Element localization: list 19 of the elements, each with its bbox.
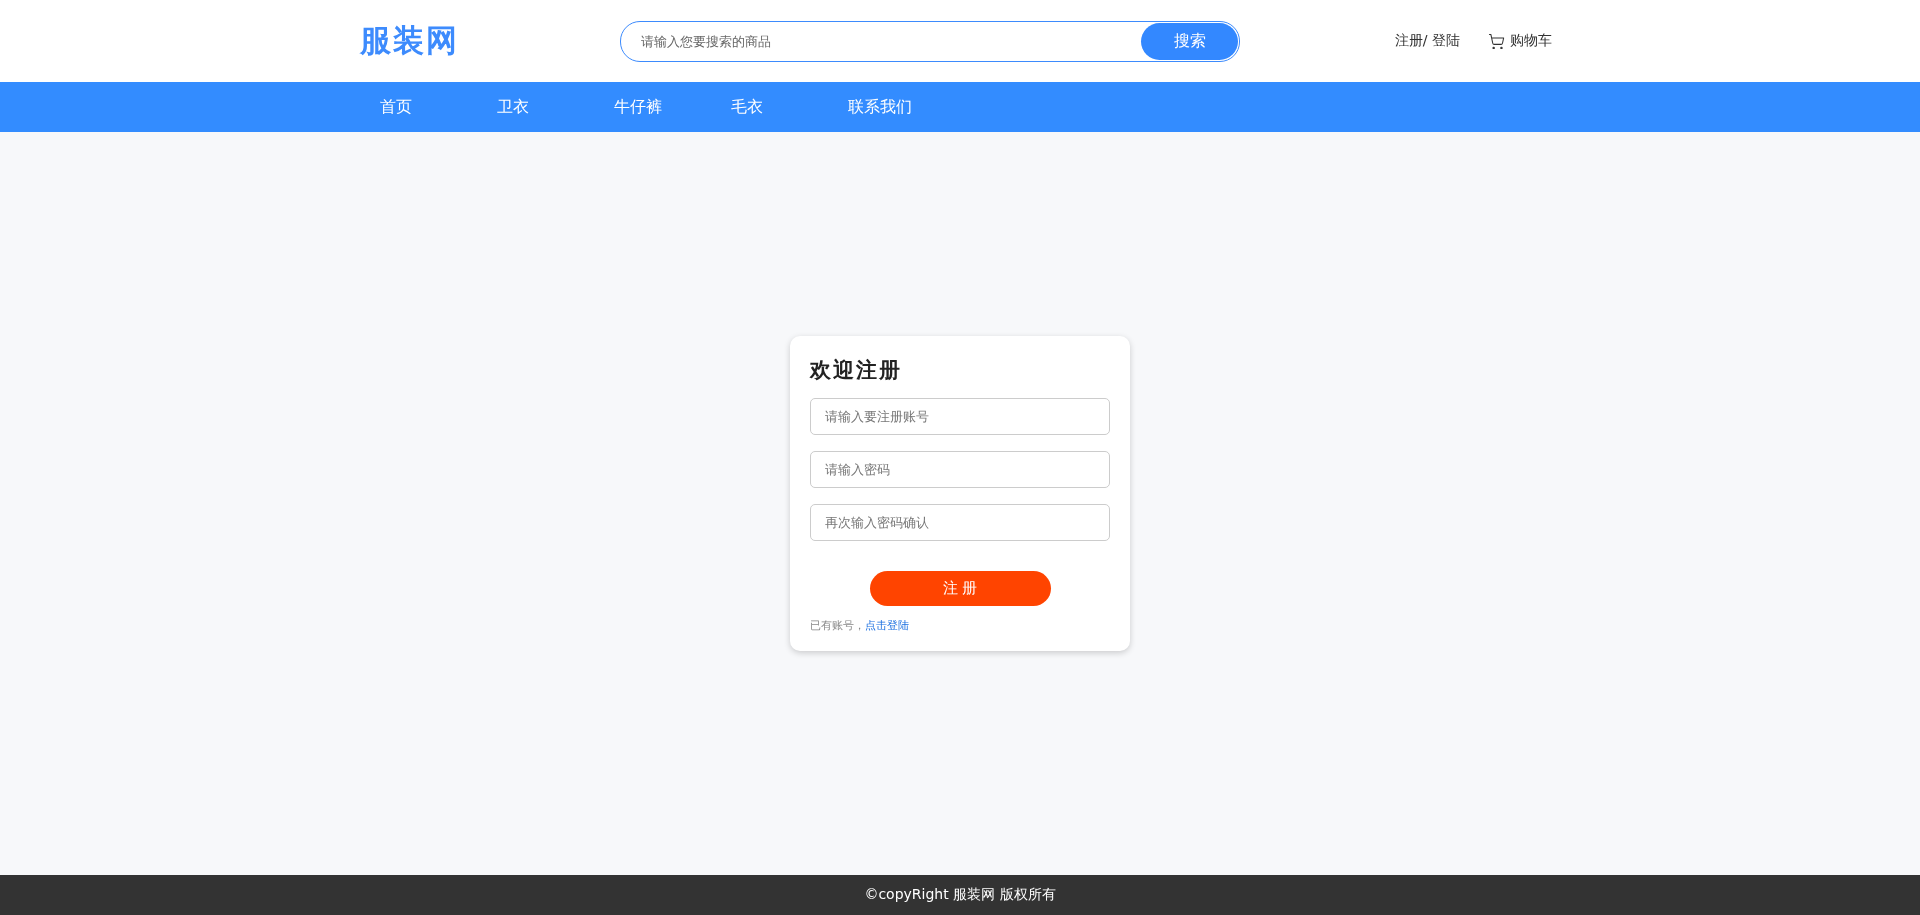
search-button[interactable]: 搜索 (1141, 22, 1238, 60)
search-field[interactable]: 请输入您要搜索的商品 搜索 (620, 20, 1240, 62)
footer-copyright: ©copyRight 服装网 版权所有 (0, 875, 1920, 915)
nav-link[interactable]: 牛仔裤 (614, 96, 731, 118)
input-field[interactable]: 请输入要注册账号 (810, 398, 1110, 435)
cart-link[interactable]: 购物车 (1488, 32, 1552, 50)
login-prompt: 已有账号， (810, 618, 865, 633)
register-login-link[interactable]: 注册/ 登陆 (1394, 32, 1460, 50)
nav-link[interactable]: 卫衣 (497, 96, 614, 118)
nav-link[interactable]: 毛衣 (731, 96, 848, 118)
nav-link[interactable]: 联系我们 (848, 96, 965, 118)
card-title: 欢迎注册 (810, 357, 903, 384)
site-logo[interactable]: 服装网 (360, 20, 620, 62)
input-field[interactable]: 再次输入密码确认 (810, 504, 1110, 541)
nav-link[interactable]: 首页 (380, 96, 497, 118)
shopping-cart-icon (1488, 32, 1505, 50)
register-button[interactable]: 注 册 (869, 571, 1051, 606)
input-field[interactable]: 请输入密码 (810, 451, 1110, 488)
login-link[interactable]: 点击登陆 (865, 618, 909, 633)
